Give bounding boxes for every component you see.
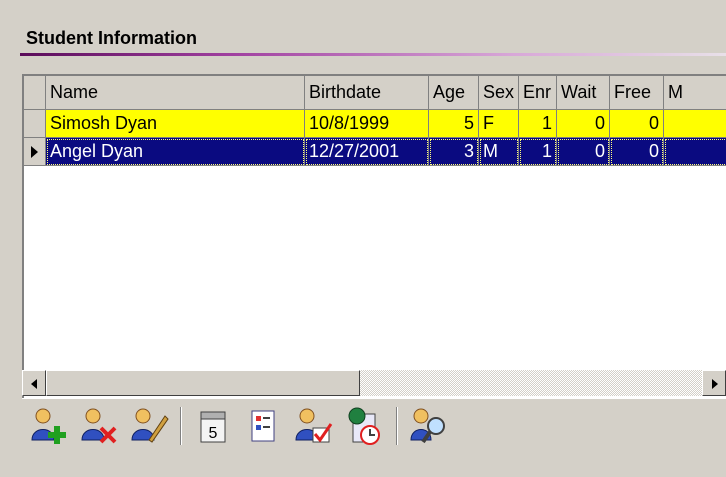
section-title: Student Information bbox=[26, 28, 197, 48]
cell-birthdate[interactable]: 12/27/2001 bbox=[305, 138, 429, 166]
toolbar-separator bbox=[180, 407, 182, 445]
cell-m[interactable] bbox=[664, 138, 726, 166]
scroll-left-button[interactable] bbox=[22, 370, 46, 396]
toolbar: 5 bbox=[22, 398, 726, 454]
billing-schedule-button[interactable] bbox=[340, 401, 386, 451]
grid-header: Name Birthdate Age Sex Enr Wait Free M bbox=[24, 76, 726, 110]
row-indicator[interactable] bbox=[24, 138, 46, 166]
cell-m[interactable] bbox=[664, 110, 726, 138]
student-grid[interactable]: Name Birthdate Age Sex Enr Wait Free M S… bbox=[22, 74, 726, 399]
horizontal-scrollbar[interactable] bbox=[22, 370, 726, 396]
cell-sex[interactable]: F bbox=[479, 110, 519, 138]
billing-schedule-icon bbox=[348, 407, 380, 445]
column-header-enr[interactable]: Enr bbox=[519, 76, 557, 110]
cell-enr[interactable]: 1 bbox=[519, 138, 557, 166]
title-underline bbox=[20, 53, 726, 56]
column-header-sex[interactable]: Sex bbox=[479, 76, 519, 110]
add-student-button[interactable] bbox=[26, 401, 72, 451]
arrow-right-icon bbox=[712, 379, 718, 389]
cell-enr[interactable]: 1 bbox=[519, 110, 557, 138]
delete-student-icon bbox=[81, 408, 117, 444]
search-student-icon bbox=[410, 408, 445, 444]
scroll-track[interactable] bbox=[46, 370, 702, 396]
scroll-thumb[interactable] bbox=[46, 370, 360, 396]
row-indicator[interactable] bbox=[24, 110, 46, 138]
column-header-name[interactable]: Name bbox=[46, 76, 305, 110]
column-header-age[interactable]: Age bbox=[429, 76, 479, 110]
table-row-selected[interactable]: Angel Dyan 12/27/2001 3 M 1 0 0 bbox=[24, 138, 726, 166]
cell-name[interactable]: Simosh Dyan bbox=[46, 110, 305, 138]
column-header-m[interactable]: M bbox=[664, 76, 726, 110]
cell-age[interactable]: 5 bbox=[429, 110, 479, 138]
cell-free[interactable]: 0 bbox=[610, 138, 664, 166]
arrow-left-icon bbox=[31, 379, 37, 389]
column-header-birthdate[interactable]: Birthdate bbox=[305, 76, 429, 110]
cell-wait[interactable]: 0 bbox=[557, 138, 610, 166]
enroll-student-button[interactable] bbox=[290, 401, 336, 451]
header-indicator-cell bbox=[24, 76, 46, 110]
calendar-icon: 5 bbox=[200, 411, 226, 443]
cell-age[interactable]: 3 bbox=[429, 138, 479, 166]
cell-wait[interactable]: 0 bbox=[557, 110, 610, 138]
edit-student-icon bbox=[131, 408, 169, 443]
cell-free[interactable]: 0 bbox=[610, 110, 664, 138]
column-header-free[interactable]: Free bbox=[610, 76, 664, 110]
search-student-button[interactable] bbox=[406, 401, 452, 451]
enroll-student-icon bbox=[295, 408, 333, 443]
current-row-arrow-icon bbox=[31, 146, 38, 158]
delete-student-button[interactable] bbox=[76, 401, 122, 451]
cell-name[interactable]: Angel Dyan bbox=[46, 138, 305, 166]
checklist-icon bbox=[251, 410, 275, 442]
scroll-right-button[interactable] bbox=[702, 370, 726, 396]
calendar-day: 5 bbox=[209, 425, 218, 442]
edit-student-button[interactable] bbox=[126, 401, 172, 451]
table-row[interactable]: Simosh Dyan 10/8/1999 5 F 1 0 0 bbox=[24, 110, 726, 138]
calendar-button[interactable]: 5 bbox=[190, 401, 236, 451]
add-student-icon bbox=[31, 408, 66, 444]
cell-sex[interactable]: M bbox=[479, 138, 519, 166]
cell-birthdate[interactable]: 10/8/1999 bbox=[305, 110, 429, 138]
toolbar-separator bbox=[396, 407, 398, 445]
checklist-button[interactable] bbox=[240, 401, 286, 451]
column-header-wait[interactable]: Wait bbox=[557, 76, 610, 110]
